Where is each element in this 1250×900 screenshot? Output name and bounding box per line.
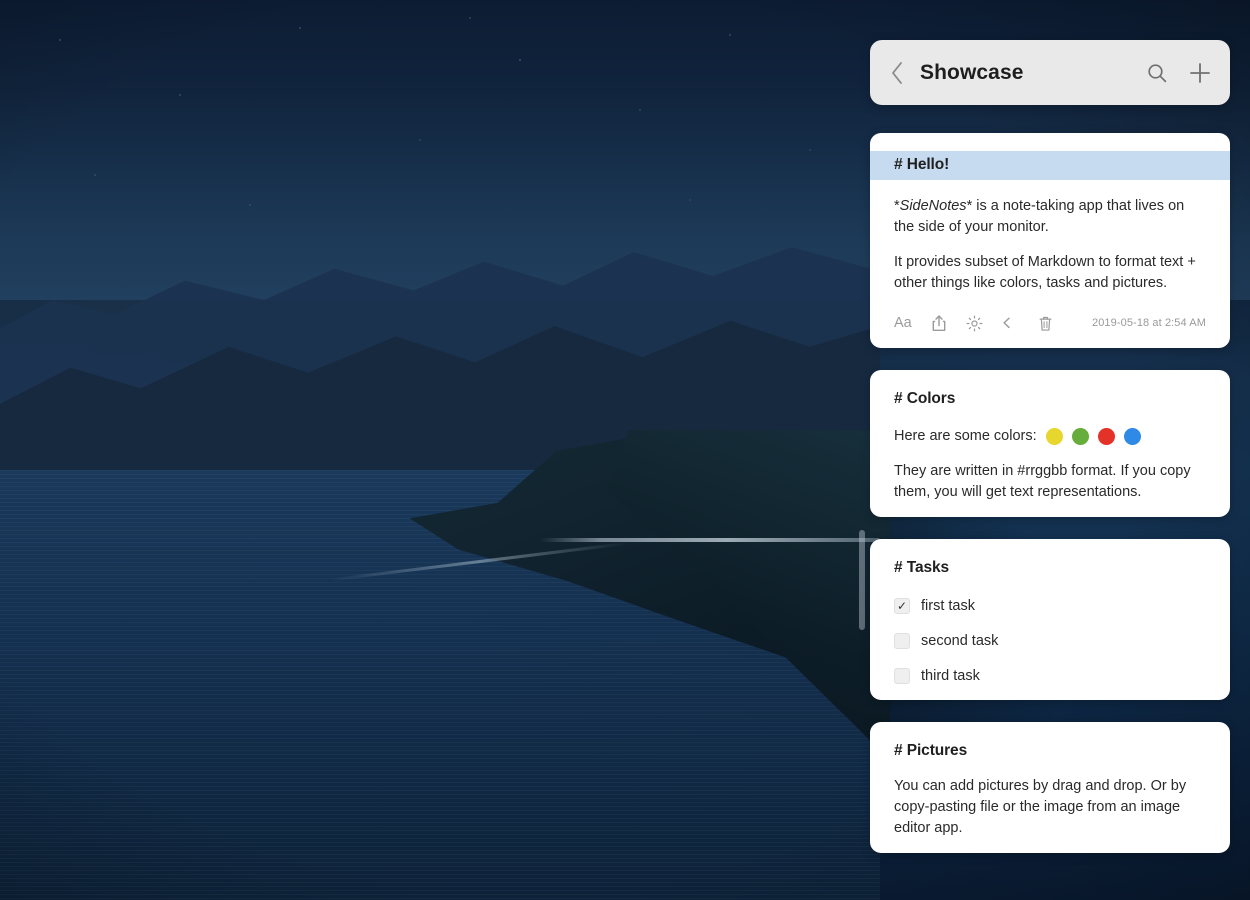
page-title: Showcase [920, 60, 1024, 84]
task-row[interactable]: ✓ first task [894, 596, 1206, 616]
vertical-scrollbar[interactable] [852, 130, 865, 890]
note-card-colors[interactable]: # Colors Here are some colors: They are … [870, 370, 1230, 517]
sidenotes-panel: Showcase # Hello! *SideNotes* is a note-… [846, 0, 1250, 900]
note-card-hello[interactable]: # Hello! *SideNotes* is a note-taking ap… [870, 133, 1230, 348]
wallpaper-bridge [540, 538, 880, 542]
gear-icon[interactable] [966, 313, 983, 333]
note-heading: # Pictures [894, 742, 968, 759]
task-label: second task [921, 633, 999, 649]
note-heading: # Colors [894, 390, 956, 407]
note-timestamp: 2019-05-18 at 2:54 AM [1091, 317, 1206, 329]
font-icon-label: Aa [894, 315, 912, 331]
note-toolbar: Aa 2019-05-18 at 2:54 AM [894, 312, 1206, 334]
task-checkbox[interactable] [894, 633, 910, 649]
note-card-pictures[interactable]: # Pictures You can add pictures by drag … [870, 722, 1230, 853]
markdown-italic-text: SideNotes [899, 198, 967, 214]
desktop-wallpaper: Showcase # Hello! *SideNotes* is a note-… [0, 0, 1250, 900]
colors-line: Here are some colors: [894, 426, 1206, 447]
task-label: third task [921, 668, 980, 684]
share-icon[interactable] [931, 313, 947, 333]
note-heading: # Tasks [894, 559, 950, 576]
panel-header: Showcase [870, 40, 1230, 105]
note-paragraph: *SideNotes* is a note-taking app that li… [894, 196, 1206, 238]
search-icon[interactable] [1142, 58, 1172, 88]
trash-icon[interactable] [1038, 313, 1053, 333]
color-swatch-red[interactable] [1097, 428, 1115, 445]
note-heading: # Hello! [870, 151, 1230, 180]
task-row[interactable]: second task [894, 631, 1206, 651]
task-row[interactable]: third task [894, 666, 1206, 686]
check-icon: ✓ [896, 599, 908, 613]
task-label: first task [921, 598, 975, 614]
note-card-tasks[interactable]: # Tasks ✓ first task second task third t… [870, 539, 1230, 700]
color-swatch-green[interactable] [1071, 428, 1089, 445]
task-checkbox[interactable] [894, 668, 910, 684]
font-icon[interactable]: Aa [894, 313, 912, 333]
colors-label: Here are some colors: [894, 428, 1037, 444]
color-swatch-yellow[interactable] [1045, 428, 1063, 445]
task-checkbox[interactable]: ✓ [894, 598, 910, 614]
notes-list: # Hello! *SideNotes* is a note-taking ap… [870, 133, 1230, 875]
plus-icon[interactable] [1186, 59, 1214, 87]
chevron-left-icon[interactable] [884, 58, 910, 88]
color-swatch-blue[interactable] [1123, 428, 1141, 445]
note-paragraph: They are written in #rrggbb format. If y… [894, 463, 1191, 500]
note-paragraph: You can add pictures by drag and drop. O… [894, 778, 1187, 836]
note-paragraph: It provides subset of Markdown to format… [894, 254, 1196, 291]
scrollbar-thumb[interactable] [859, 530, 865, 630]
undo-icon[interactable] [1002, 313, 1019, 333]
